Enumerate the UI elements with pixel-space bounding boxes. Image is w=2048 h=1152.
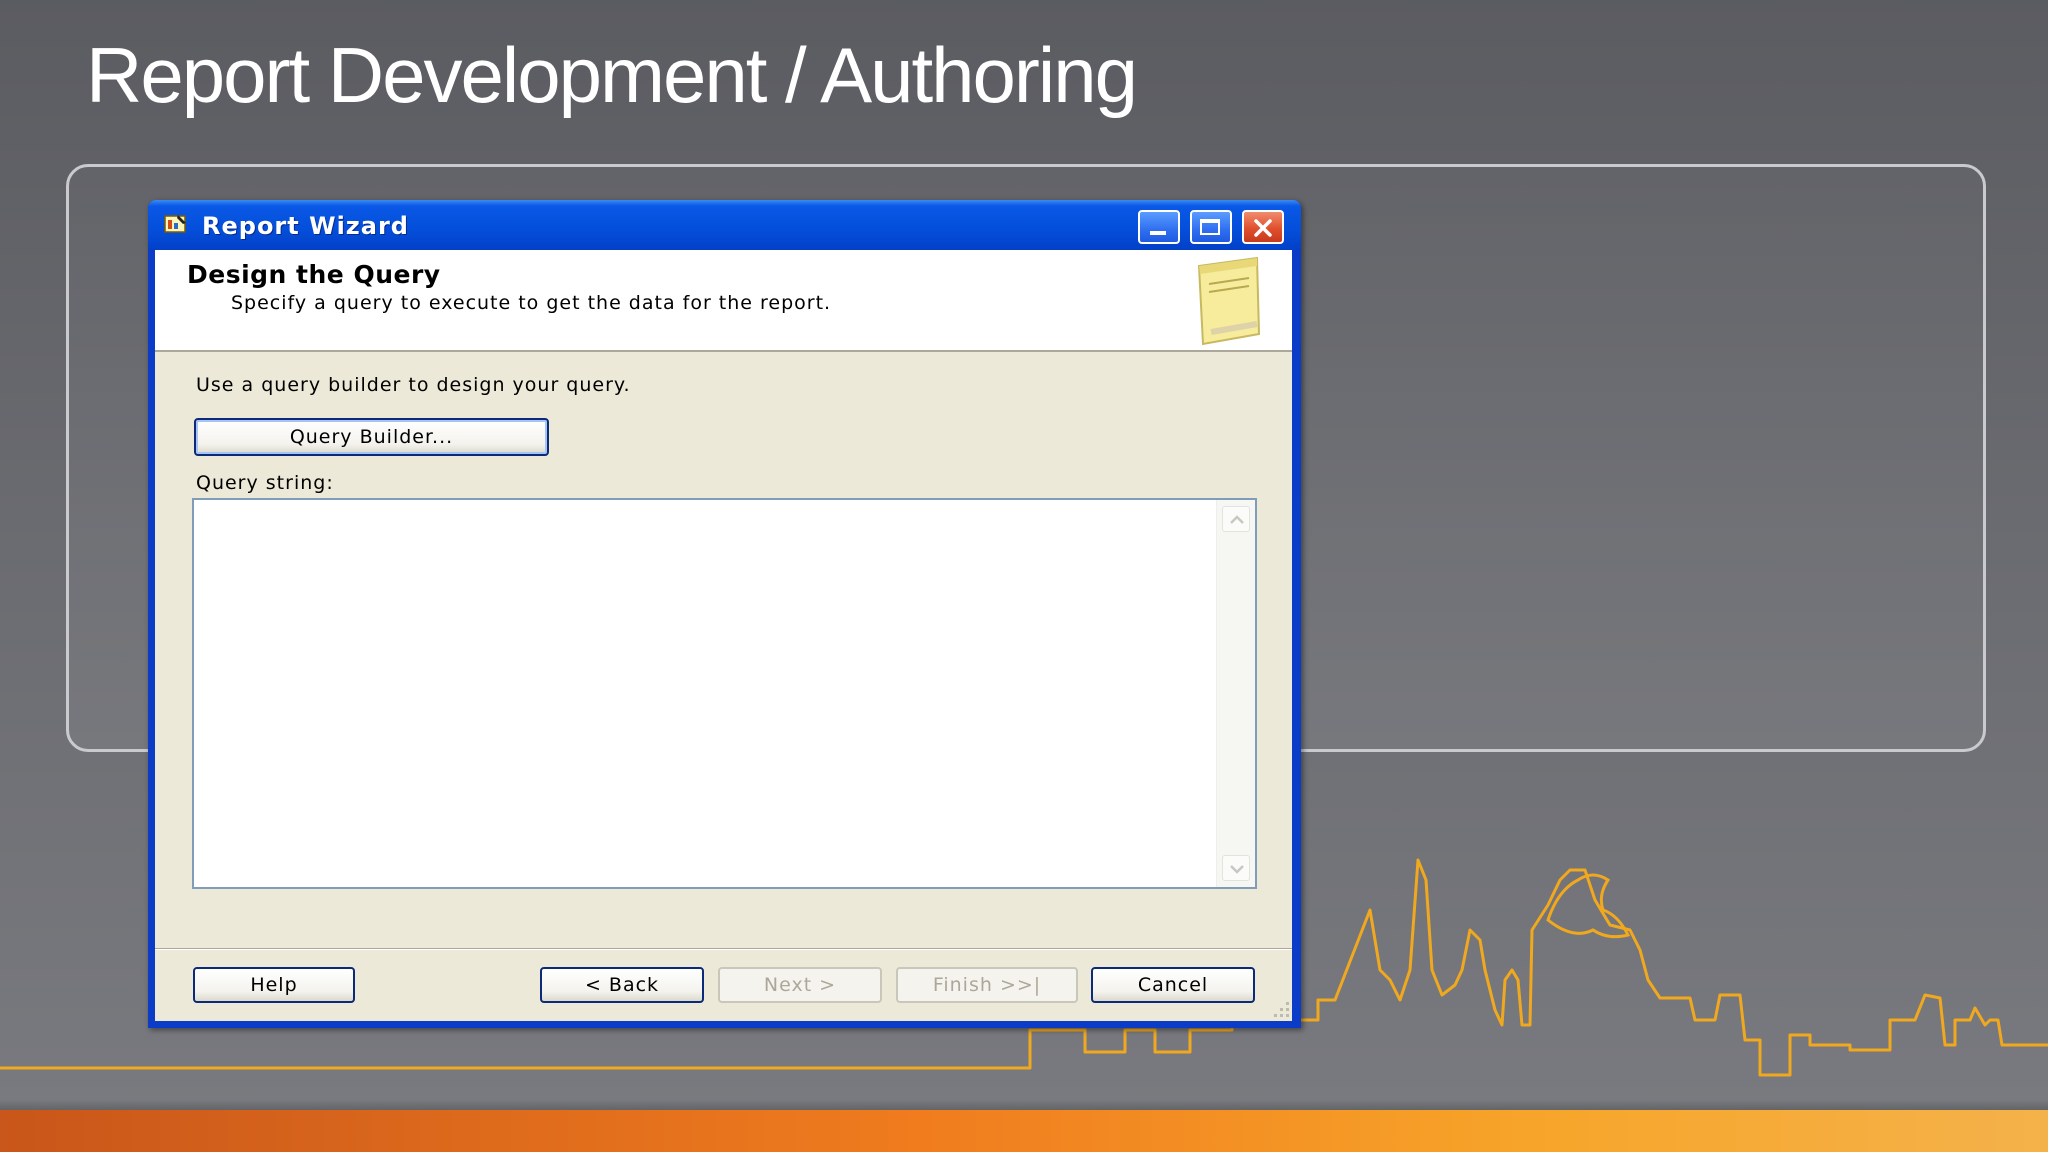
page-title: Design the Query xyxy=(187,260,441,289)
page-subtitle: Specify a query to execute to get the da… xyxy=(231,292,832,314)
query-string-label: Query string: xyxy=(196,472,334,494)
query-string-textarea[interactable] xyxy=(192,498,1257,889)
footer-separator xyxy=(155,948,1292,950)
cancel-button[interactable]: Cancel xyxy=(1091,967,1255,1003)
minimize-icon[interactable] xyxy=(1138,210,1180,244)
scroll-down-icon[interactable] xyxy=(1222,855,1250,881)
bottom-accent-bar xyxy=(0,1100,2048,1152)
close-icon[interactable] xyxy=(1242,210,1284,244)
finish-button[interactable]: Finish >>| xyxy=(896,967,1078,1003)
query-builder-button[interactable]: Query Builder... xyxy=(194,418,549,456)
slide-title: Report Development / Authoring xyxy=(86,31,1138,119)
scroll-up-icon[interactable] xyxy=(1222,506,1250,532)
back-button[interactable]: < Back xyxy=(540,967,704,1003)
vertical-scrollbar[interactable] xyxy=(1216,500,1255,887)
query-builder-instruction: Use a query builder to design your query… xyxy=(196,374,631,396)
next-button[interactable]: Next > xyxy=(718,967,882,1003)
dialog-titlebar[interactable]: Report Wizard xyxy=(148,200,1301,250)
resize-grip-icon[interactable] xyxy=(1266,1000,1294,1020)
notepad-icon xyxy=(1197,256,1261,346)
help-button[interactable]: Help xyxy=(193,967,355,1003)
wizard-header: Design the Query Specify a query to exec… xyxy=(155,250,1292,352)
maximize-icon[interactable] xyxy=(1190,210,1232,244)
wizard-app-icon xyxy=(164,215,186,233)
dialog-title: Report Wizard xyxy=(202,212,409,240)
